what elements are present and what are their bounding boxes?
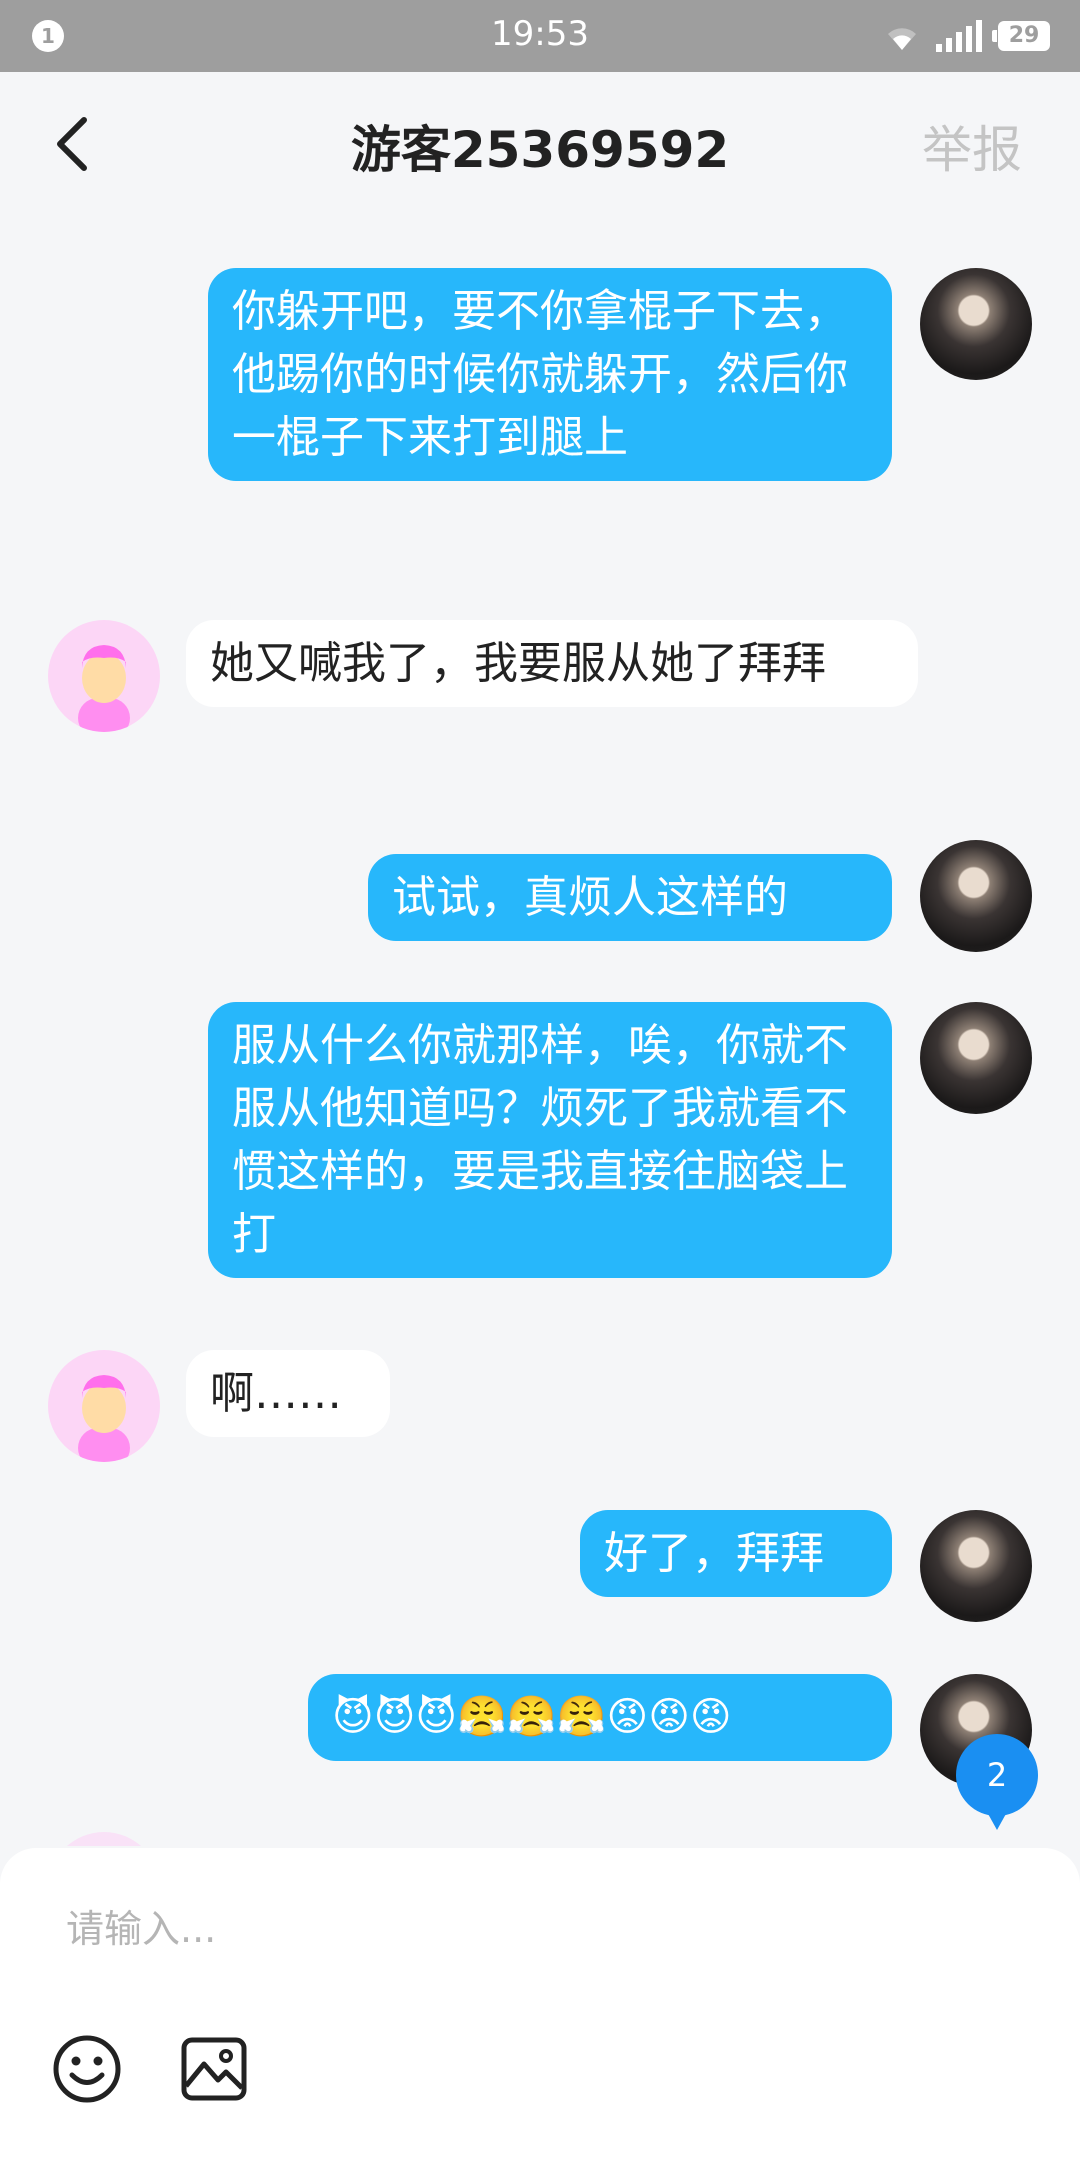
avatar[interactable]: [920, 1002, 1032, 1114]
page-title: 游客25369592: [350, 121, 730, 179]
message-bubble[interactable]: 你躲开吧，要不你拿棍子下去，他踢你的时候你就躲开，然后你一棍子下来打到腿上: [208, 268, 892, 481]
message-bubble[interactable]: 啊……: [186, 1350, 390, 1437]
message-list[interactable]: 你躲开吧，要不你拿棍子下去，他踢你的时候你就躲开，然后你一棍子下来打到腿上 她又…: [0, 216, 1080, 1846]
avatar[interactable]: [48, 1350, 160, 1462]
image-button[interactable]: [180, 2034, 248, 2104]
message-bubble[interactable]: 服从什么你就那样，唉，你就不服从他知道吗？烦死了我就看不惯这样的，要是我直接往脑…: [208, 1002, 892, 1278]
unread-count-badge[interactable]: 2: [956, 1734, 1038, 1830]
message-bubble[interactable]: 😈😈😈😤😤😤😡😡😡: [308, 1674, 892, 1761]
user-icon: [78, 1375, 130, 1462]
chat-header: 游客25369592 举报: [0, 72, 1080, 216]
report-button[interactable]: 举报: [922, 110, 1022, 182]
message-input[interactable]: [64, 1898, 968, 1960]
emoji-button[interactable]: [52, 2034, 122, 2104]
message-bubble[interactable]: 好了，拜拜: [580, 1510, 892, 1597]
avatar[interactable]: [48, 1832, 160, 1846]
avatar[interactable]: [920, 840, 1032, 952]
status-bar: 1 19:53 29: [0, 0, 1080, 72]
image-icon: [181, 2037, 247, 2101]
avatar[interactable]: [920, 268, 1032, 380]
avatar[interactable]: [48, 620, 160, 732]
smiley-icon: [53, 2035, 121, 2103]
battery-indicator: 29: [992, 21, 1050, 51]
signal-icon: [936, 20, 982, 52]
message-bubble[interactable]: 试试，真烦人这样的: [368, 854, 892, 941]
status-icons: 29: [882, 16, 1050, 56]
user-icon: [78, 645, 130, 732]
wifi-icon: [888, 28, 916, 50]
avatar[interactable]: [920, 1510, 1032, 1622]
input-panel: [0, 1848, 1080, 2160]
message-bubble[interactable]: 她又喊我了，我要服从她了拜拜: [186, 620, 918, 707]
